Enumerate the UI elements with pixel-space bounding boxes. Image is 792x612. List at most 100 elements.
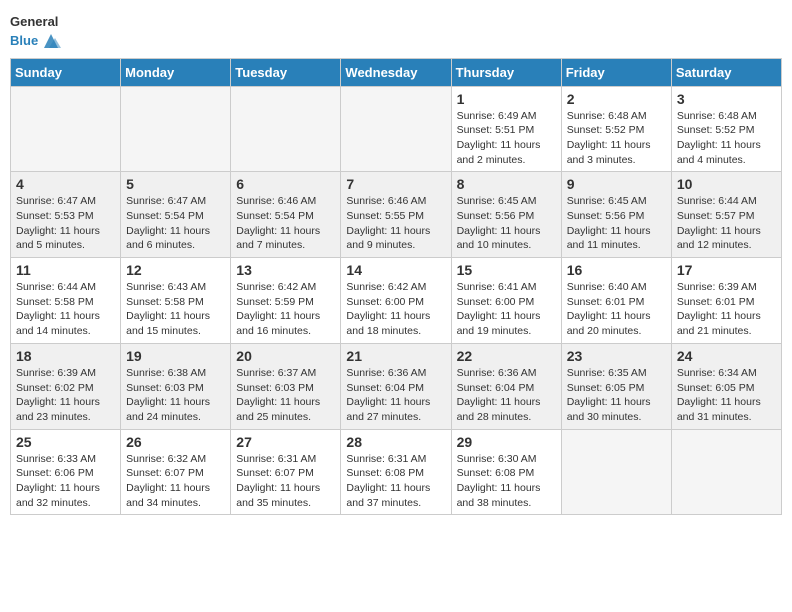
- week-row-3: 11 Sunrise: 6:44 AM Sunset: 5:58 PM Dayli…: [11, 258, 782, 344]
- day-number: 29: [457, 434, 556, 450]
- calendar-cell: 26 Sunrise: 6:32 AM Sunset: 6:07 PM Dayli…: [121, 429, 231, 515]
- logo-general: General: [10, 14, 58, 29]
- day-number: 24: [677, 348, 776, 364]
- day-info: Sunrise: 6:48 AM Sunset: 5:52 PM Dayligh…: [677, 109, 776, 168]
- day-number: 28: [346, 434, 445, 450]
- calendar-cell: 5 Sunrise: 6:47 AM Sunset: 5:54 PM Daylig…: [121, 172, 231, 258]
- day-number: 13: [236, 262, 335, 278]
- day-info: Sunrise: 6:36 AM Sunset: 6:04 PM Dayligh…: [457, 366, 556, 425]
- calendar-cell: 4Sunrise: 6:47 AM Sunset: 5:53 PM Daylig…: [11, 172, 121, 258]
- calendar-cell: 18 Sunrise: 6:39 AM Sunset: 6:02 PM Dayli…: [11, 343, 121, 429]
- calendar-header: SundayMondayTuesdayWednesdayThursdayFrid…: [11, 58, 782, 86]
- page-header: General Blue: [10, 10, 782, 52]
- day-number: 17: [677, 262, 776, 278]
- day-info: Sunrise: 6:41 AM Sunset: 6:00 PM Dayligh…: [457, 280, 556, 339]
- day-number: 21: [346, 348, 445, 364]
- calendar-cell: [341, 86, 451, 172]
- day-number: 16: [567, 262, 666, 278]
- day-number: 9: [567, 176, 666, 192]
- day-number: 22: [457, 348, 556, 364]
- calendar-cell: 2 Sunrise: 6:48 AM Sunset: 5:52 PM Daylig…: [561, 86, 671, 172]
- day-number: 14: [346, 262, 445, 278]
- calendar-cell: 15 Sunrise: 6:41 AM Sunset: 6:00 PM Dayli…: [451, 258, 561, 344]
- day-number: 2: [567, 91, 666, 107]
- calendar-cell: [561, 429, 671, 515]
- calendar-cell: 1 Sunrise: 6:49 AM Sunset: 5:51 PM Daylig…: [451, 86, 561, 172]
- day-info: Sunrise: 6:47 AM Sunset: 5:53 PM Dayligh…: [16, 194, 115, 253]
- calendar-cell: 7 Sunrise: 6:46 AM Sunset: 5:55 PM Daylig…: [341, 172, 451, 258]
- day-info: Sunrise: 6:44 AM Sunset: 5:57 PM Dayligh…: [677, 194, 776, 253]
- day-info: Sunrise: 6:33 AM Sunset: 6:06 PM Dayligh…: [16, 452, 115, 511]
- calendar-cell: 19 Sunrise: 6:38 AM Sunset: 6:03 PM Dayli…: [121, 343, 231, 429]
- calendar-cell: 24Sunrise: 6:34 AM Sunset: 6:05 PM Dayli…: [671, 343, 781, 429]
- calendar-cell: 23Sunrise: 6:35 AM Sunset: 6:05 PM Dayli…: [561, 343, 671, 429]
- day-info: Sunrise: 6:48 AM Sunset: 5:52 PM Dayligh…: [567, 109, 666, 168]
- day-number: 6: [236, 176, 335, 192]
- day-number: 25: [16, 434, 115, 450]
- day-info: Sunrise: 6:45 AM Sunset: 5:56 PM Dayligh…: [457, 194, 556, 253]
- day-info: Sunrise: 6:37 AM Sunset: 6:03 PM Dayligh…: [236, 366, 335, 425]
- day-number: 15: [457, 262, 556, 278]
- day-number: 7: [346, 176, 445, 192]
- day-info: Sunrise: 6:31 AM Sunset: 6:07 PM Dayligh…: [236, 452, 335, 511]
- day-number: 11: [16, 262, 115, 278]
- day-info: Sunrise: 6:38 AM Sunset: 6:03 PM Dayligh…: [126, 366, 225, 425]
- calendar-cell: 10 Sunrise: 6:44 AM Sunset: 5:57 PM Dayli…: [671, 172, 781, 258]
- day-info: Sunrise: 6:31 AM Sunset: 6:08 PM Dayligh…: [346, 452, 445, 511]
- day-number: 10: [677, 176, 776, 192]
- day-info: Sunrise: 6:32 AM Sunset: 6:07 PM Dayligh…: [126, 452, 225, 511]
- header-cell-saturday: Saturday: [671, 58, 781, 86]
- day-info: Sunrise: 6:36 AM Sunset: 6:04 PM Dayligh…: [346, 366, 445, 425]
- day-info: Sunrise: 6:39 AM Sunset: 6:01 PM Dayligh…: [677, 280, 776, 339]
- header-cell-sunday: Sunday: [11, 58, 121, 86]
- calendar-cell: 14Sunrise: 6:42 AM Sunset: 6:00 PM Dayli…: [341, 258, 451, 344]
- calendar-cell: 27 Sunrise: 6:31 AM Sunset: 6:07 PM Dayli…: [231, 429, 341, 515]
- day-info: Sunrise: 6:35 AM Sunset: 6:05 PM Dayligh…: [567, 366, 666, 425]
- calendar-cell: 13 Sunrise: 6:42 AM Sunset: 5:59 PM Dayli…: [231, 258, 341, 344]
- day-info: Sunrise: 6:44 AM Sunset: 5:58 PM Dayligh…: [16, 280, 115, 339]
- calendar-body: 1 Sunrise: 6:49 AM Sunset: 5:51 PM Daylig…: [11, 86, 782, 515]
- calendar-cell: 12 Sunrise: 6:43 AM Sunset: 5:58 PM Dayli…: [121, 258, 231, 344]
- calendar-cell: 11 Sunrise: 6:44 AM Sunset: 5:58 PM Dayli…: [11, 258, 121, 344]
- calendar-cell: 6Sunrise: 6:46 AM Sunset: 5:54 PM Daylig…: [231, 172, 341, 258]
- day-number: 12: [126, 262, 225, 278]
- calendar-cell: [231, 86, 341, 172]
- calendar-cell: 3 Sunrise: 6:48 AM Sunset: 5:52 PM Daylig…: [671, 86, 781, 172]
- header-cell-thursday: Thursday: [451, 58, 561, 86]
- header-cell-monday: Monday: [121, 58, 231, 86]
- day-number: 27: [236, 434, 335, 450]
- day-info: Sunrise: 6:30 AM Sunset: 6:08 PM Dayligh…: [457, 452, 556, 511]
- day-info: Sunrise: 6:39 AM Sunset: 6:02 PM Dayligh…: [16, 366, 115, 425]
- day-number: 8: [457, 176, 556, 192]
- logo-blue: Blue: [10, 33, 38, 48]
- header-cell-wednesday: Wednesday: [341, 58, 451, 86]
- calendar-cell: [671, 429, 781, 515]
- week-row-1: 1 Sunrise: 6:49 AM Sunset: 5:51 PM Daylig…: [11, 86, 782, 172]
- day-info: Sunrise: 6:40 AM Sunset: 6:01 PM Dayligh…: [567, 280, 666, 339]
- calendar-cell: [121, 86, 231, 172]
- header-row: SundayMondayTuesdayWednesdayThursdayFrid…: [11, 58, 782, 86]
- header-cell-tuesday: Tuesday: [231, 58, 341, 86]
- day-info: Sunrise: 6:47 AM Sunset: 5:54 PM Dayligh…: [126, 194, 225, 253]
- day-number: 18: [16, 348, 115, 364]
- day-info: Sunrise: 6:49 AM Sunset: 5:51 PM Dayligh…: [457, 109, 556, 168]
- day-info: Sunrise: 6:46 AM Sunset: 5:55 PM Dayligh…: [346, 194, 445, 253]
- calendar-table: SundayMondayTuesdayWednesdayThursdayFrid…: [10, 58, 782, 516]
- day-number: 19: [126, 348, 225, 364]
- day-number: 1: [457, 91, 556, 107]
- week-row-5: 25 Sunrise: 6:33 AM Sunset: 6:06 PM Dayli…: [11, 429, 782, 515]
- calendar-cell: 8 Sunrise: 6:45 AM Sunset: 5:56 PM Daylig…: [451, 172, 561, 258]
- logo-icon: [40, 30, 62, 52]
- day-info: Sunrise: 6:45 AM Sunset: 5:56 PM Dayligh…: [567, 194, 666, 253]
- header-cell-friday: Friday: [561, 58, 671, 86]
- week-row-4: 18 Sunrise: 6:39 AM Sunset: 6:02 PM Dayli…: [11, 343, 782, 429]
- day-info: Sunrise: 6:43 AM Sunset: 5:58 PM Dayligh…: [126, 280, 225, 339]
- day-number: 20: [236, 348, 335, 364]
- day-number: 3: [677, 91, 776, 107]
- calendar-cell: 16 Sunrise: 6:40 AM Sunset: 6:01 PM Dayli…: [561, 258, 671, 344]
- calendar-cell: 9 Sunrise: 6:45 AM Sunset: 5:56 PM Daylig…: [561, 172, 671, 258]
- logo: General Blue: [10, 10, 62, 52]
- day-number: 5: [126, 176, 225, 192]
- day-info: Sunrise: 6:42 AM Sunset: 5:59 PM Dayligh…: [236, 280, 335, 339]
- day-number: 26: [126, 434, 225, 450]
